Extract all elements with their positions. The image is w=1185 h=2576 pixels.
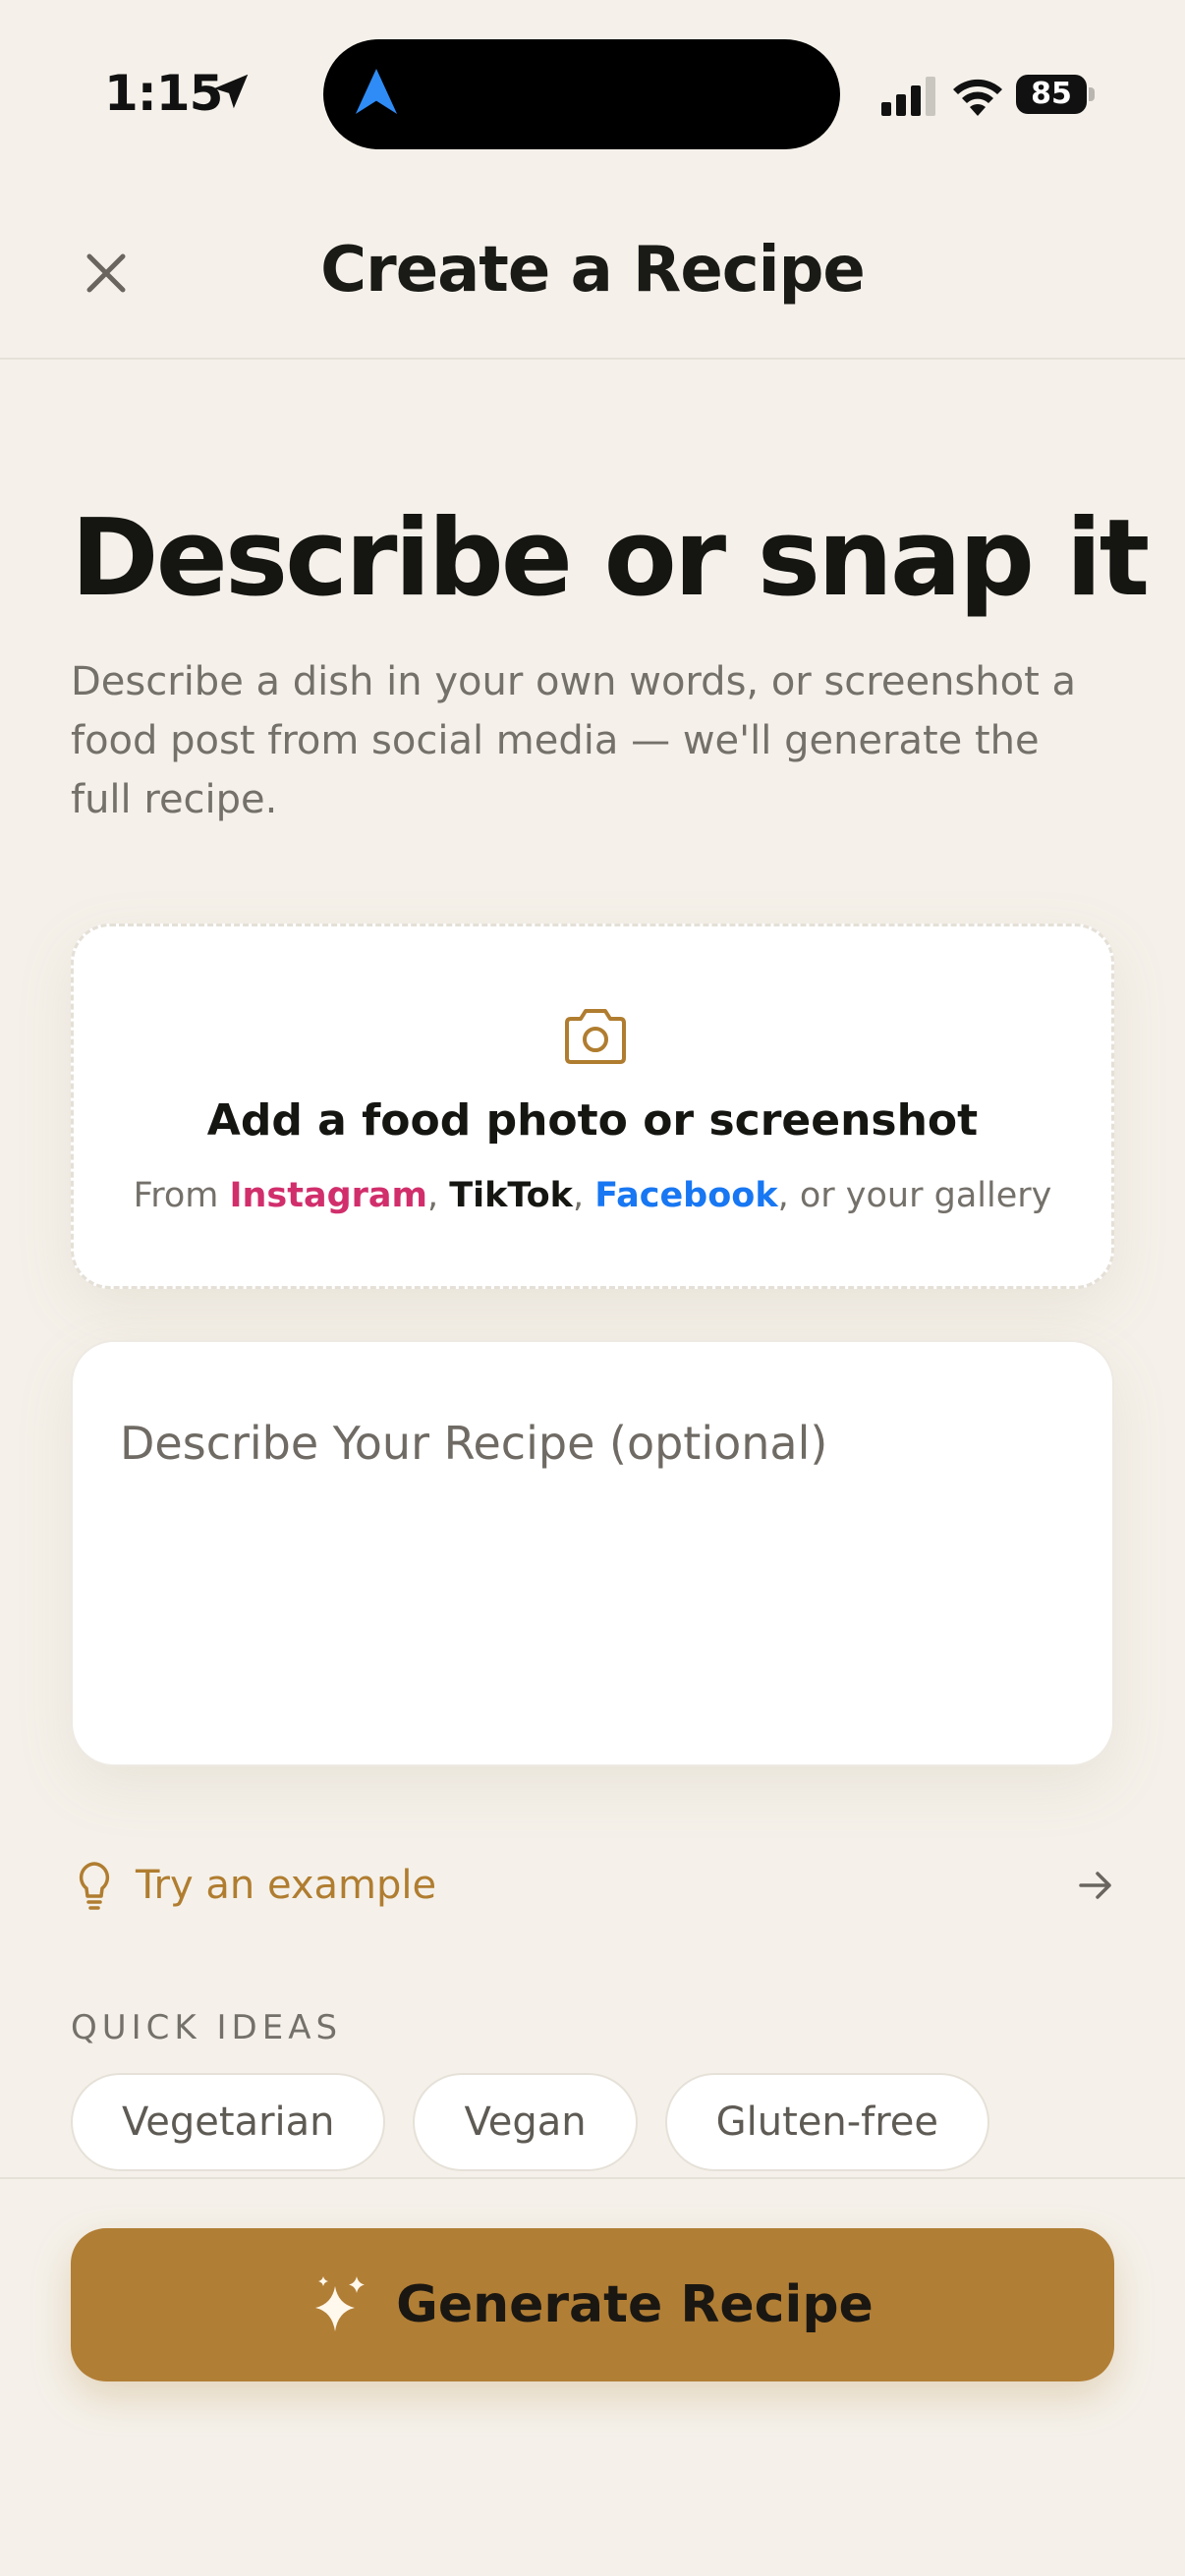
bottom-divider (0, 2177, 1185, 2179)
photo-card-subtitle: From Instagram, TikTok, Facebook, or you… (74, 1176, 1111, 1215)
create-recipe-screen: 1:15 85 Create a Recipe Describe or snap… (0, 0, 1185, 2576)
recipe-description-card (71, 1340, 1114, 1766)
photo-sub-separator: , (426, 1176, 450, 1215)
lightbulb-icon (79, 1862, 110, 1910)
recipe-description-input[interactable] (120, 1417, 1063, 1711)
status-bar: 1:15 85 (0, 0, 1185, 187)
generate-recipe-button[interactable]: Generate Recipe (71, 2228, 1114, 2381)
battery-tip (1089, 87, 1095, 101)
photo-upload-card[interactable]: Add a food photo or screenshot From Inst… (71, 924, 1114, 1289)
facebook-label: Facebook (594, 1176, 778, 1215)
battery-indicator: 85 (1016, 75, 1095, 114)
status-time: 1:15 (104, 65, 223, 122)
photo-card-title: Add a food photo or screenshot (206, 1095, 979, 1146)
try-example-link[interactable]: Try an example (71, 1857, 1114, 1920)
instagram-label: Instagram (229, 1176, 427, 1215)
generate-recipe-label: Generate Recipe (396, 2275, 874, 2334)
camera-icon (565, 1009, 626, 1064)
chip-gluten-free[interactable]: Gluten-free (664, 2073, 990, 2171)
chip-vegetarian[interactable]: Vegetarian (71, 2073, 386, 2171)
photo-sub-suffix: , or your gallery (777, 1176, 1052, 1215)
dynamic-island (323, 39, 840, 149)
cellular-signal-icon (881, 77, 935, 116)
location-arrow-icon (213, 74, 249, 109)
battery-level: 85 (1031, 77, 1072, 111)
photo-sub-separator: , (572, 1176, 595, 1215)
try-example-label: Try an example (136, 1863, 437, 1908)
tiktok-label: TikTok (449, 1176, 573, 1215)
hero-title: Describe or snap it (71, 497, 1150, 620)
top-bar: Create a Recipe (0, 187, 1185, 360)
chip-vegan[interactable]: Vegan (413, 2073, 638, 2171)
photo-sub-prefix: From (133, 1176, 230, 1215)
quick-ideas-label: QUICK IDEAS (71, 2008, 343, 2047)
page-title: Create a Recipe (320, 234, 866, 307)
wifi-icon (953, 79, 1002, 116)
arrow-right-icon (1079, 1872, 1111, 1899)
navigation-arrow-icon (355, 69, 398, 114)
sparkle-icon (315, 2276, 366, 2331)
quick-ideas-chips: Vegetarian Vegan Gluten-free (71, 2073, 990, 2171)
hero-subtitle: Describe a dish in your own words, or sc… (71, 659, 1077, 822)
